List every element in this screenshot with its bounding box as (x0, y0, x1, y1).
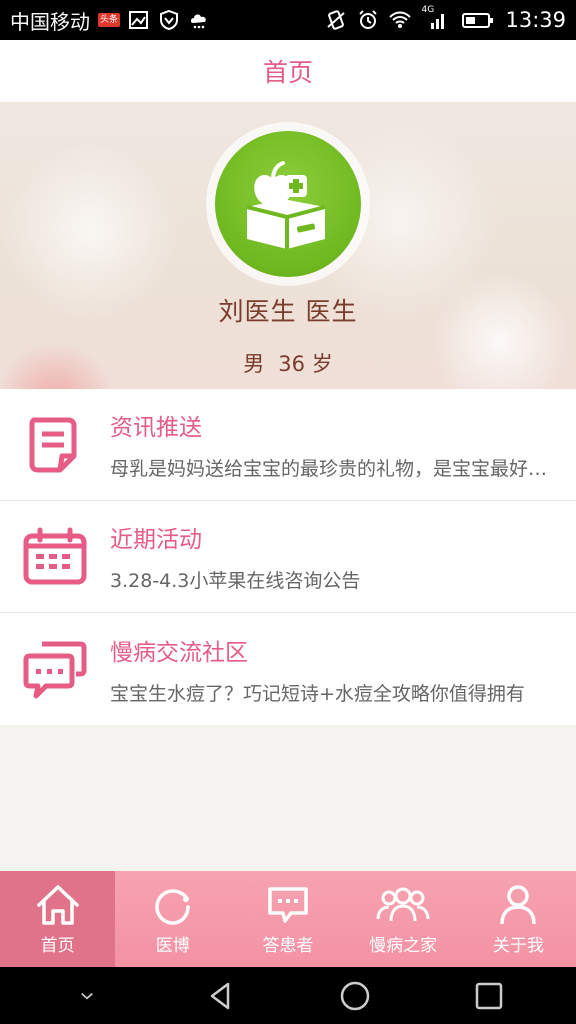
home-nav-button[interactable] (325, 976, 385, 1016)
status-bar: 中国移动 头条 4G 13:39 (0, 0, 576, 40)
list-item-news[interactable]: 资讯推送 母乳是妈妈送给宝宝的最珍贵的礼物，是宝宝最好的食物 (0, 389, 576, 501)
system-nav-bar (0, 967, 576, 1024)
avatar[interactable] (206, 122, 370, 286)
tab-about-me[interactable]: 关于我 (461, 871, 576, 967)
tab-label: 答患者 (262, 935, 314, 956)
list-item-events[interactable]: 近期活动 3.28-4.3小苹果在线咨询公告 (0, 501, 576, 613)
list-item-title: 近期活动 (110, 527, 202, 553)
chevron-down-icon (81, 992, 93, 1000)
tab-answer-patients[interactable]: 答患者 (230, 871, 345, 967)
tab-label: 关于我 (492, 935, 544, 956)
document-icon (0, 412, 110, 478)
home-circle-icon (340, 981, 370, 1010)
cloud-icon (188, 9, 210, 31)
list-item-title: 资讯推送 (110, 415, 202, 441)
profile-banner: 刘医生 医生 男 36 岁 (0, 102, 576, 389)
bottom-tab-bar: 首页 医博 答患者 慢病之家 关于我 (0, 871, 576, 967)
chat-icon (0, 636, 110, 702)
tab-label: 首页 (40, 935, 75, 956)
carrier-label: 中国移动 (10, 9, 90, 34)
page-title: 首页 (262, 58, 313, 87)
refresh-icon (155, 888, 190, 925)
network-type: 4G (421, 5, 435, 15)
tab-chronic-home[interactable]: 慢病之家 (346, 871, 461, 967)
news-icon: 头条 (98, 13, 121, 27)
group-icon (376, 887, 430, 921)
list-item-subtitle: 宝宝生水痘了？巧记短诗+水痘全攻略你值得拥有 (110, 682, 525, 705)
message-icon (268, 886, 308, 923)
list-item-subtitle: 母乳是妈妈送给宝宝的最珍贵的礼物，是宝宝最好的食物 (110, 458, 552, 480)
clock: 13:39 (505, 8, 566, 32)
list-item-community[interactable]: 慢病交流社区 宝宝生水痘了？巧记短诗+水痘全攻略你值得拥有 (0, 613, 576, 725)
tab-yibo[interactable]: 医博 (115, 871, 230, 967)
tab-label: 慢病之家 (369, 935, 438, 956)
doctor-name: 刘医生 医生 (218, 297, 358, 326)
apple-medical-box-icon (215, 131, 361, 277)
home-icon (36, 884, 79, 925)
alarm-icon (357, 9, 379, 31)
tab-home[interactable]: 首页 (0, 871, 116, 967)
vibrate-icon (325, 9, 347, 31)
recents-button[interactable] (459, 976, 519, 1016)
title-bar: 首页 (0, 40, 576, 102)
back-triangle-icon (210, 982, 230, 1009)
doctor-gender: 男 (243, 352, 265, 376)
list-item-subtitle: 3.28-4.3小苹果在线咨询公告 (110, 570, 361, 592)
battery-icon (461, 9, 495, 31)
recents-square-icon (475, 982, 503, 1009)
calendar-icon (0, 524, 110, 590)
wifi-icon (389, 9, 412, 31)
home-list: 资讯推送 母乳是妈妈送给宝宝的最珍贵的礼物，是宝宝最好的食物 近期活动 3.28… (0, 389, 576, 725)
list-item-title: 慢病交流社区 (110, 639, 248, 666)
user-icon (500, 884, 537, 924)
doctor-meta: 男 36 岁 (0, 348, 576, 378)
back-button[interactable] (191, 976, 251, 1016)
image-icon (128, 9, 150, 31)
shield-icon (158, 9, 180, 31)
signal-icon: 4G (421, 5, 451, 31)
collapse-nav-button[interactable] (57, 976, 117, 1016)
doctor-age: 36 岁 (278, 352, 333, 376)
tab-label: 医博 (155, 935, 190, 956)
